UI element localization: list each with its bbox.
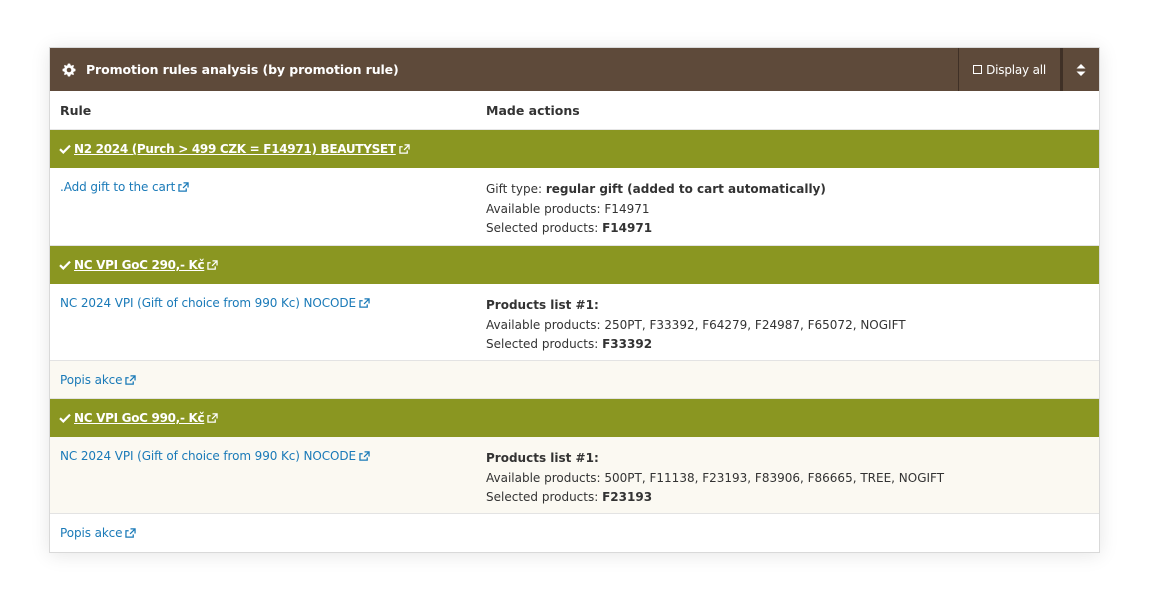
selected-products-value: F23193 bbox=[602, 490, 653, 504]
available-products-label: Available products: bbox=[486, 470, 605, 485]
display-all-toggle[interactable]: Display all bbox=[958, 48, 1061, 91]
sort-icon bbox=[1076, 63, 1086, 76]
selected-products-line: Selected products: F23193 bbox=[486, 488, 1099, 508]
available-products-line: Available products: F14971 bbox=[486, 200, 1099, 220]
header-actions: Display all bbox=[958, 48, 1099, 91]
rule-cell: NC 2024 VPI (Gift of choice from 990 Kc)… bbox=[50, 284, 486, 360]
checkbox-icon bbox=[973, 65, 983, 74]
rule-link[interactable]: NC 2024 VPI (Gift of choice from 990 Kc)… bbox=[60, 296, 356, 310]
rule-cell: NC 2024 VPI (Gift of choice from 990 Kc)… bbox=[50, 437, 486, 513]
promotion-rules-panel: Promotion rules analysis (by promotion r… bbox=[49, 47, 1100, 553]
promo-description-row: Popis akce bbox=[50, 361, 1099, 399]
selected-products-value: F14971 bbox=[602, 221, 653, 235]
products-list-title: Products list #1: bbox=[486, 298, 599, 312]
column-headers: Rule Made actions bbox=[50, 91, 1099, 130]
rule-row: NC 2024 VPI (Gift of choice from 990 Kc)… bbox=[50, 437, 1099, 514]
external-link-icon[interactable] bbox=[125, 374, 137, 385]
products-list-title: Products list #1: bbox=[486, 451, 599, 465]
rule-row: NC 2024 VPI (Gift of choice from 990 Kc)… bbox=[50, 284, 1099, 361]
selected-products-label: Selected products: bbox=[486, 490, 603, 504]
gift-type-line: Gift type: regular gift (added to cart a… bbox=[486, 180, 1099, 200]
group-title-link[interactable]: NC VPI GoC 290,- Kč bbox=[74, 258, 205, 272]
external-link-icon[interactable] bbox=[359, 298, 370, 308]
available-products-label: Available products: bbox=[486, 317, 605, 332]
column-header-made-actions: Made actions bbox=[486, 102, 580, 118]
promo-description-link[interactable]: Popis akce bbox=[60, 526, 123, 540]
promo-description-link[interactable]: Popis akce bbox=[60, 373, 123, 387]
check-icon bbox=[59, 144, 71, 154]
external-link-icon[interactable] bbox=[207, 260, 218, 270]
external-link-icon[interactable] bbox=[178, 182, 189, 192]
display-all-label: Display all bbox=[986, 62, 1046, 77]
actions-cell: Products list #1: Available products: 50… bbox=[486, 437, 1099, 513]
gift-type-label: Gift type: bbox=[486, 182, 546, 196]
actions-cell: Gift type: regular gift (added to cart a… bbox=[486, 168, 1099, 245]
available-products-value: F14971 bbox=[604, 201, 650, 216]
available-products-line: Available products: 250PT, F33392, F6427… bbox=[486, 316, 1099, 336]
panel-header: Promotion rules analysis (by promotion r… bbox=[50, 48, 1099, 91]
available-products-label: Available products: bbox=[486, 201, 605, 216]
actions-cell: Products list #1: Available products: 25… bbox=[486, 284, 1099, 360]
rule-link[interactable]: NC 2024 VPI (Gift of choice from 990 Kc)… bbox=[60, 449, 356, 463]
selected-products-value: F33392 bbox=[602, 337, 653, 351]
group-title-link[interactable]: N2 2024 (Purch > 499 CZK = F14971) BEAUT… bbox=[74, 142, 396, 156]
group-row: N2 2024 (Purch > 499 CZK = F14971) BEAUT… bbox=[50, 130, 1099, 168]
group-row: NC VPI GoC 990,- Kč bbox=[50, 399, 1099, 437]
selected-products-line: Selected products: F14971 bbox=[486, 219, 1099, 239]
external-link-icon[interactable] bbox=[207, 413, 218, 423]
promo-description-row: Popis akce bbox=[50, 514, 1099, 552]
gear-icon bbox=[62, 62, 76, 77]
panel-title: Promotion rules analysis (by promotion r… bbox=[86, 62, 399, 77]
selected-products-label: Selected products: bbox=[486, 221, 603, 235]
available-products-value: 250PT, F33392, F64279, F24987, F65072, N… bbox=[604, 317, 906, 332]
selected-products-line: Selected products: F33392 bbox=[486, 335, 1099, 355]
check-icon bbox=[59, 260, 71, 270]
rule-link[interactable]: .Add gift to the cart bbox=[60, 180, 175, 194]
gift-type-value: regular gift (added to cart automaticall… bbox=[545, 182, 826, 196]
rule-cell: .Add gift to the cart bbox=[50, 168, 486, 245]
rule-row: .Add gift to the cart Gift type: regular… bbox=[50, 168, 1099, 246]
external-link-icon[interactable] bbox=[359, 451, 370, 461]
available-products-value: 500PT, F11138, F23193, F83906, F86665, T… bbox=[604, 470, 945, 485]
check-icon bbox=[59, 413, 71, 423]
column-header-rule: Rule bbox=[60, 102, 92, 118]
group-row: NC VPI GoC 290,- Kč bbox=[50, 246, 1099, 284]
available-products-line: Available products: 500PT, F11138, F2319… bbox=[486, 469, 1099, 489]
external-link-icon[interactable] bbox=[399, 144, 410, 154]
external-link-icon[interactable] bbox=[125, 528, 137, 538]
selected-products-label: Selected products: bbox=[486, 337, 603, 351]
sort-button[interactable] bbox=[1061, 48, 1099, 91]
group-title-link[interactable]: NC VPI GoC 990,- Kč bbox=[74, 411, 205, 425]
